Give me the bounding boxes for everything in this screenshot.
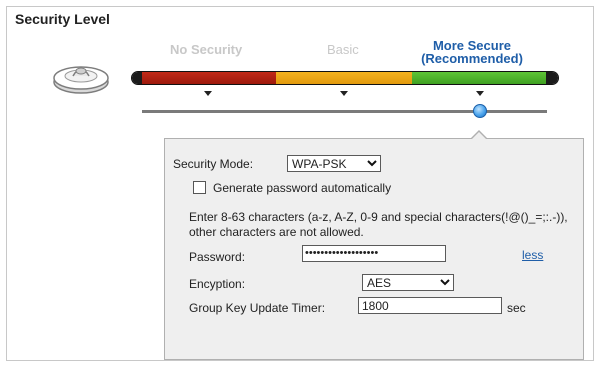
tick-marker-no-security [204,91,212,96]
chevron-down-icon [367,160,377,167]
security-bar-outline [131,71,559,85]
group-key-timer-input[interactable]: 1800 [358,297,502,314]
level-more-secure-line2: (Recommended) [421,51,523,66]
security-mode-label: Security Mode: [173,157,254,171]
encryption-select[interactable]: AES [362,274,454,291]
security-mode-select[interactable]: WPA-PSK [287,155,381,172]
password-label: Password: [189,250,246,264]
security-mode-value: WPA-PSK [292,157,347,171]
level-basic[interactable]: Basic [327,42,359,57]
level-more-secure[interactable]: More Secure (Recommended) [412,39,532,65]
encryption-value: AES [367,276,392,290]
group-key-timer-label: Group Key Update Timer: [189,301,326,315]
level-no-security[interactable]: No Security [170,42,242,57]
password-rule-note: Enter 8-63 characters (a-z, A-Z, 0-9 and… [189,210,568,239]
chevron-down-icon [440,279,450,286]
generate-password-label: Generate password automatically [213,181,392,195]
timer-unit-label: sec [507,301,526,315]
panel-pointer-fill [471,132,487,140]
generate-password-checkbox[interactable] [193,181,206,194]
encryption-label: Encyption: [189,277,246,291]
less-link[interactable]: less [522,248,543,262]
section-title: Security Level [15,11,110,27]
password-input[interactable]: ••••••••••••••••••• [302,245,446,262]
router-icon [53,66,109,94]
tick-marker-basic [340,91,348,96]
tick-marker-more-secure [476,91,484,96]
security-slider-thumb[interactable] [473,104,487,118]
